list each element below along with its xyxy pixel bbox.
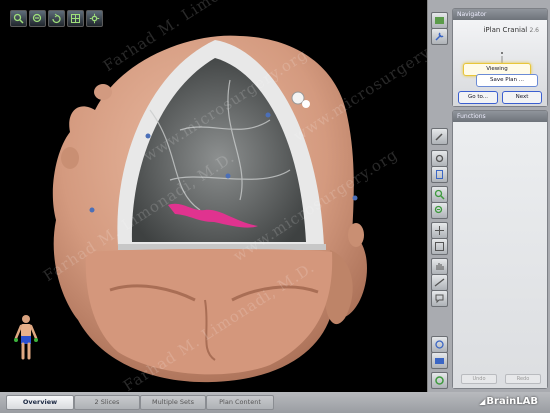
tools-icon[interactable] xyxy=(431,28,448,45)
redo-button[interactable]: Redo xyxy=(505,374,541,384)
tab-2-slices[interactable]: 2 Slices xyxy=(74,395,140,410)
layout-icon[interactable] xyxy=(67,10,84,27)
tab-multiple-sets[interactable]: Multiple Sets xyxy=(140,395,206,410)
landmark-point[interactable] xyxy=(225,173,231,179)
undo-button[interactable]: Undo xyxy=(461,374,497,384)
3d-viewport[interactable]: Farhad M. Limonadi, M.D. www.microsurger… xyxy=(0,0,428,393)
brainlab-logo: ◢BrainLAB xyxy=(479,395,538,409)
viewport-toolbar xyxy=(10,10,103,27)
functions-panel: Functions Undo Redo xyxy=(452,110,548,389)
edit-icon[interactable] xyxy=(431,128,448,145)
view-tool-column xyxy=(429,0,449,392)
image-icon[interactable] xyxy=(431,12,448,29)
fiducial-marker[interactable] xyxy=(302,100,310,108)
marker-right xyxy=(348,223,364,247)
tab-plan-content[interactable]: Plan Content xyxy=(206,395,274,410)
zoom-in-icon[interactable] xyxy=(431,186,448,203)
hand-icon[interactable] xyxy=(431,258,448,275)
settings-icon[interactable] xyxy=(86,10,103,27)
go-to-button[interactable]: Go to... xyxy=(458,91,498,104)
brand-name: BrainLAB xyxy=(486,396,538,407)
landmark-point[interactable] xyxy=(265,112,271,118)
tab-overview[interactable]: Overview xyxy=(6,395,74,410)
marker-left xyxy=(61,147,79,169)
save-plan-button[interactable]: Save Plan ... xyxy=(476,74,538,87)
next-button[interactable]: Next xyxy=(502,91,542,104)
navigator-body: iPlan Cranial 2.6 Viewing Save Plan ... … xyxy=(453,20,547,106)
marker-top-left xyxy=(94,84,112,100)
zoom-out-icon[interactable] xyxy=(29,10,46,27)
head-3d-rendering[interactable] xyxy=(0,0,427,392)
crosshair-icon[interactable] xyxy=(431,222,448,239)
rotate-icon[interactable] xyxy=(431,336,448,353)
rotate-icon[interactable] xyxy=(48,10,65,27)
reset-icon[interactable] xyxy=(431,372,448,389)
bottom-tab-bar: Overview 2 Slices Multiple Sets Plan Con… xyxy=(0,392,550,413)
measure-icon[interactable] xyxy=(431,274,448,291)
annotate-icon[interactable] xyxy=(431,290,448,307)
functions-body: Undo Redo xyxy=(453,122,547,388)
landmark-point[interactable] xyxy=(145,133,151,139)
landmark-point[interactable] xyxy=(89,207,95,213)
navigator-panel: Navigator iPlan Cranial 2.6 Viewing Save… xyxy=(452,8,548,107)
patient-orientation-icon[interactable] xyxy=(14,314,38,362)
clipboard-icon[interactable] xyxy=(431,166,448,183)
window-level-icon[interactable] xyxy=(431,238,448,255)
zoom-in-icon[interactable] xyxy=(10,10,27,27)
functions-header: Functions xyxy=(453,111,547,122)
fiducial-marker[interactable] xyxy=(291,91,305,105)
landmark-point[interactable] xyxy=(352,195,358,201)
zoom-out-icon[interactable] xyxy=(431,202,448,219)
navigator-header: Navigator xyxy=(453,9,547,20)
gear-icon[interactable] xyxy=(431,150,448,167)
camera-icon[interactable] xyxy=(431,352,448,369)
brand-mark-icon: ◢ xyxy=(479,397,486,406)
